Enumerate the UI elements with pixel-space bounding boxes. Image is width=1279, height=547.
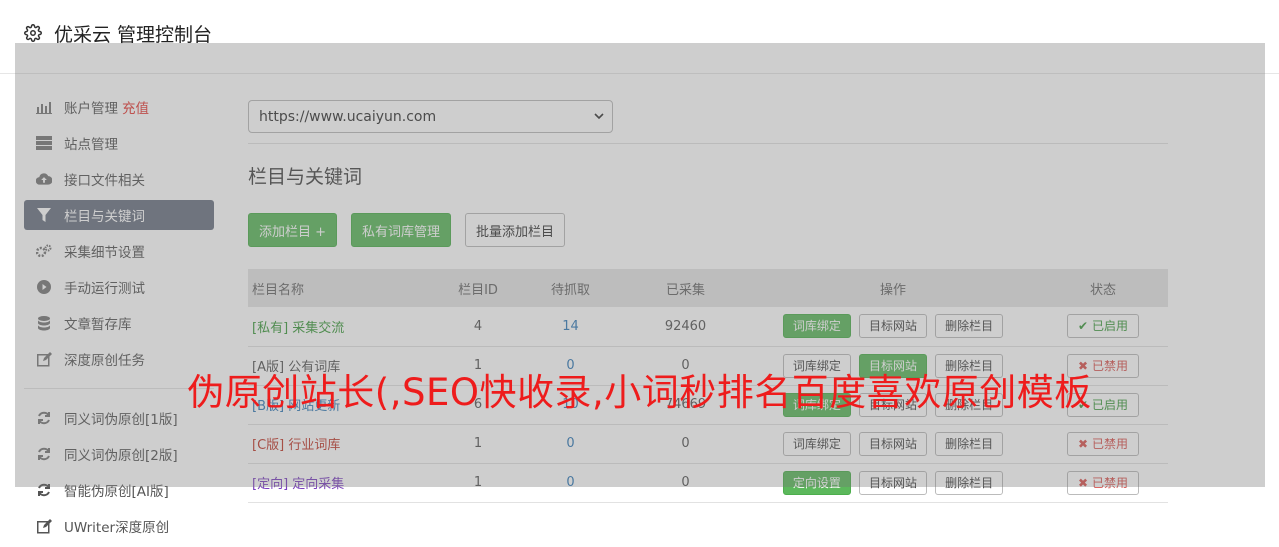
edit-icon	[36, 518, 52, 534]
promo-banner: 伪原创站长(,SEO快收录,小词秒排名百度喜欢原创模板	[187, 371, 1092, 414]
dim-overlay	[15, 43, 1265, 487]
gear-icon	[24, 24, 42, 42]
sidebar-item-label: UWriter深度原创	[64, 520, 170, 536]
sidebar-item-uwriter[interactable]: UWriter深度原创	[24, 511, 214, 541]
